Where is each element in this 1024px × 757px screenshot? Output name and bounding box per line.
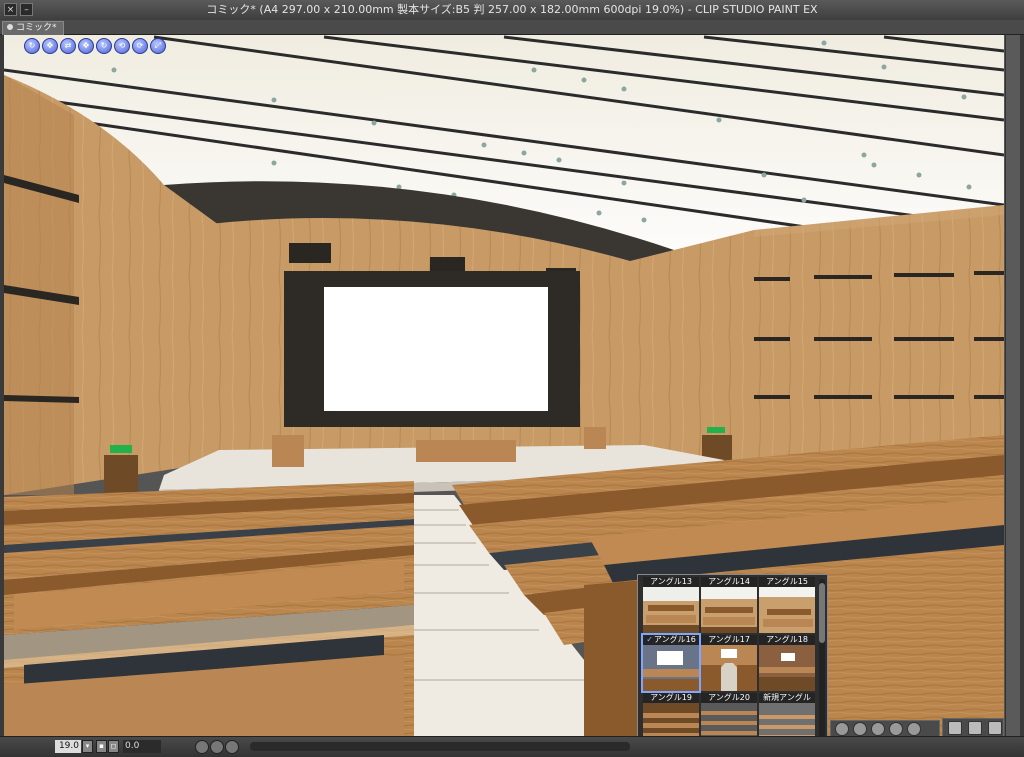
tab-bar: コミック*	[0, 20, 1024, 35]
angle-label: アングル20	[701, 693, 757, 703]
angle-label: アングル14	[701, 577, 757, 587]
podium	[584, 427, 606, 449]
exit-sign	[110, 445, 132, 453]
angle-thumbnail	[643, 645, 699, 691]
window-title: コミック* (A4 297.00 x 210.00mm 製本サイズ:B5 判 2…	[206, 3, 818, 16]
scale-object-icon[interactable]: ⤢	[150, 38, 166, 54]
rotate-object-y-icon[interactable]: ⟲	[114, 38, 130, 54]
window-controls: × –	[4, 3, 33, 16]
camera-angle-panel: アングル13 アングル14 アングル15 ✓アングル16 アングル17 アングル…	[637, 574, 828, 752]
move-object-icon[interactable]: ✥	[78, 38, 94, 54]
angle-item[interactable]: アングル17	[701, 635, 757, 691]
tab-comic[interactable]: コミック*	[2, 21, 64, 35]
scroll-thumb[interactable]	[819, 583, 825, 643]
exit-sign	[707, 427, 725, 433]
minimize-icon[interactable]: –	[20, 3, 33, 16]
angle-label: アングル15	[759, 577, 815, 587]
check-icon: ✓	[646, 635, 653, 644]
angle-label: アングル13	[643, 577, 699, 587]
camera-navigation-toolbar: ↻ ✥ ⇄ ✥ ↻ ⟲ ⟳ ⤢	[24, 38, 166, 54]
rotation-field[interactable]: 0.0	[123, 740, 161, 753]
angle-thumbnail	[643, 587, 699, 633]
close-icon[interactable]: ×	[4, 3, 17, 16]
angle-item[interactable]: アングル13	[643, 577, 699, 633]
angle-label: アングル18	[759, 635, 815, 645]
rotate-left-icon[interactable]	[195, 740, 209, 754]
ground-icon[interactable]	[871, 722, 885, 736]
title-bar: × – コミック* (A4 297.00 x 210.00mm 製本サイズ:B5…	[0, 0, 1024, 21]
tab-label: コミック*	[16, 23, 57, 33]
pan-camera-icon[interactable]: ✥	[42, 38, 58, 54]
projection-screen	[324, 287, 548, 411]
angle-thumbnail	[701, 645, 757, 691]
zoom-actual-icon[interactable]: ◻	[108, 740, 119, 753]
angle-panel-scrollbar[interactable]	[819, 579, 825, 747]
angle-label: アングル17	[701, 635, 757, 645]
angle-item[interactable]: アングル14	[701, 577, 757, 633]
zoom-fit-icon[interactable]: ▪	[96, 740, 107, 753]
status-bar: 19.0 ▾ ▪ ◻ 0.0	[0, 736, 1024, 757]
zoom-field[interactable]: 19.0	[55, 740, 81, 753]
perspective-icon[interactable]	[889, 722, 903, 736]
angle-thumbnail	[759, 587, 815, 633]
rotate-object-x-icon[interactable]: ⟳	[132, 38, 148, 54]
dolly-camera-icon[interactable]: ⇄	[60, 38, 76, 54]
settings-icon[interactable]	[948, 721, 962, 735]
light-direction-icon[interactable]	[853, 722, 867, 736]
angle-item-selected[interactable]: ✓アングル16	[641, 633, 701, 693]
angle-label: ✓アングル16	[643, 635, 699, 645]
angle-item[interactable]: アングル18	[759, 635, 815, 691]
podium	[272, 435, 304, 467]
exit-door	[104, 455, 138, 493]
object-list-icon[interactable]	[968, 721, 982, 735]
left-seating	[4, 481, 414, 736]
horizontal-scrollbar[interactable]	[250, 742, 630, 751]
rotate-camera-icon[interactable]: ↻	[24, 38, 40, 54]
angle-item[interactable]: アングル15	[759, 577, 815, 633]
zoom-stepper-icon[interactable]: ▾	[82, 740, 93, 753]
vertical-scrollbar[interactable]	[1005, 35, 1020, 736]
angle-thumbnail	[759, 645, 815, 691]
angle-thumbnail	[701, 587, 757, 633]
stage-table	[416, 440, 516, 462]
light-source-icon[interactable]	[835, 722, 849, 736]
rotate-object-icon[interactable]: ↻	[96, 38, 112, 54]
angle-label: 新規アングル	[759, 693, 815, 703]
vent	[289, 243, 331, 263]
object-toolbar	[942, 718, 1004, 738]
edit-icon[interactable]	[988, 721, 1002, 735]
angle-grid: アングル13 アングル14 アングル15 ✓アングル16 アングル17 アングル…	[641, 577, 815, 749]
3d-auditorium-canvas[interactable]	[4, 35, 1004, 736]
angle-label: アングル19	[643, 693, 699, 703]
tab-modified-dot-icon	[7, 24, 13, 30]
flip-icon[interactable]	[225, 740, 239, 754]
rotate-right-icon[interactable]	[210, 740, 224, 754]
reset-icon[interactable]	[907, 722, 921, 736]
